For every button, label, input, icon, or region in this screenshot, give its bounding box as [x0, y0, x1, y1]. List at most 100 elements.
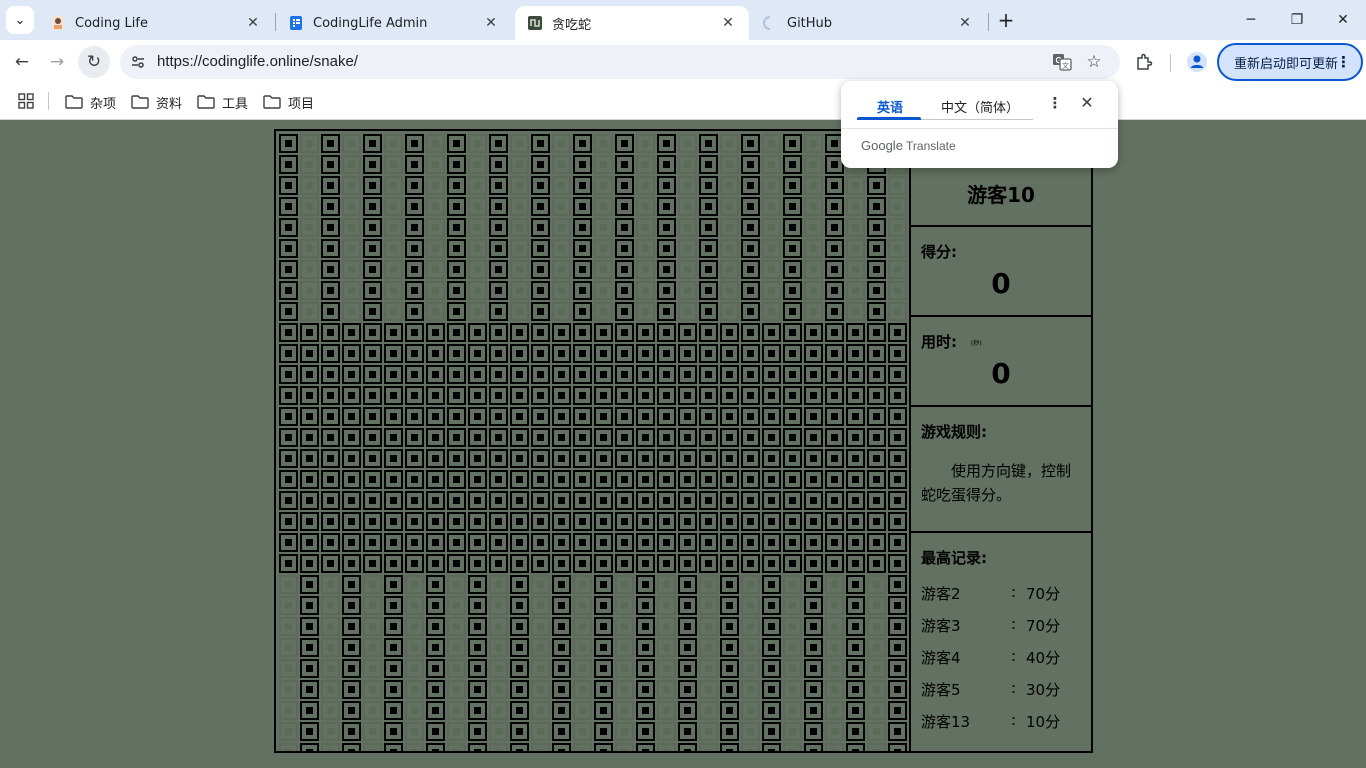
bookmark-folder-projects[interactable]: 项目 — [263, 91, 314, 113]
bookmark-folder-resources[interactable]: 资料 — [131, 91, 182, 113]
grid-cell — [573, 407, 592, 426]
grid-cell — [363, 155, 382, 174]
bookmark-star-button[interactable]: ☆ — [1081, 49, 1107, 75]
update-relaunch-button[interactable]: 重新启动即可更新 ⋮ — [1217, 43, 1363, 81]
bookmark-folder-misc[interactable]: 杂项 — [65, 91, 116, 113]
grid-cell — [489, 596, 508, 615]
reload-button[interactable]: ↻ — [78, 46, 110, 78]
tab-codinglife-admin[interactable]: CodingLife Admin ✕ — [276, 6, 512, 40]
apps-grid-icon[interactable] — [18, 93, 34, 109]
close-icon[interactable]: ✕ — [719, 14, 737, 32]
tab-divider — [988, 13, 989, 31]
grid-cell — [447, 365, 466, 384]
grid-cell — [321, 449, 340, 468]
grid-cell — [762, 155, 781, 174]
more-vert-icon[interactable]: ⋮ — [1047, 94, 1063, 114]
grid-cell — [510, 260, 529, 279]
grid-cell — [405, 491, 424, 510]
new-tab-button[interactable]: + — [994, 8, 1018, 32]
grid-cell — [573, 302, 592, 321]
grid-cell — [321, 239, 340, 258]
grid-cell — [279, 281, 298, 300]
grid-cell — [300, 323, 319, 342]
grid-cell — [615, 323, 634, 342]
grid-cell — [867, 302, 886, 321]
grid-cell — [510, 743, 529, 751]
translate-button[interactable]: G文 — [1050, 50, 1074, 74]
bookmark-folder-tools[interactable]: 工具 — [197, 91, 248, 113]
grid-cell — [657, 722, 676, 741]
grid-cell — [762, 659, 781, 678]
restore-button[interactable]: ❐ — [1274, 0, 1320, 40]
grid-cell — [636, 491, 655, 510]
grid-cell — [342, 407, 361, 426]
grid-cell — [405, 281, 424, 300]
grid-cell — [636, 428, 655, 447]
grid-cell — [657, 155, 676, 174]
grid-cell — [300, 470, 319, 489]
address-bar[interactable]: https://codinglife.online/snake/ G文 ☆ — [120, 45, 1120, 79]
grid-cell — [405, 386, 424, 405]
popup-divider — [841, 128, 1118, 129]
grid-cell — [363, 302, 382, 321]
grid-cell — [552, 491, 571, 510]
grid-cell — [405, 617, 424, 636]
back-button[interactable]: ← — [6, 46, 38, 78]
grid-cell — [825, 491, 844, 510]
forward-button[interactable]: → — [41, 46, 73, 78]
grid-cell — [573, 512, 592, 531]
grid-cell — [447, 218, 466, 237]
close-icon[interactable]: ✕ — [244, 14, 262, 32]
grid-cell — [867, 743, 886, 751]
grid-cell — [867, 512, 886, 531]
grid-cell — [825, 659, 844, 678]
grid-cell — [447, 701, 466, 720]
close-icon[interactable]: ✕ — [956, 14, 974, 32]
grid-cell — [363, 680, 382, 699]
grid-cell — [468, 449, 487, 468]
grid-cell — [426, 323, 445, 342]
grid-cell — [783, 533, 802, 552]
grid-cell — [321, 575, 340, 594]
grid-cell — [615, 260, 634, 279]
profile-button[interactable] — [1185, 50, 1209, 74]
extensions-button[interactable] — [1132, 50, 1156, 74]
tab-coding-life[interactable]: Coding Life ✕ — [38, 6, 274, 40]
tab-github[interactable]: GitHub ✕ — [750, 6, 986, 40]
grid-cell — [552, 680, 571, 699]
close-window-button[interactable]: ✕ — [1320, 0, 1366, 40]
grid-cell — [720, 743, 739, 751]
grid-cell — [636, 344, 655, 363]
grid-cell — [888, 491, 907, 510]
grid-cell — [531, 680, 550, 699]
grid-cell — [804, 470, 823, 489]
grid-cell — [594, 302, 613, 321]
grid-cell — [531, 722, 550, 741]
tab-search-button[interactable]: ⌄ — [6, 6, 34, 34]
grid-cell — [447, 617, 466, 636]
grid-cell — [531, 470, 550, 489]
grid-cell — [888, 575, 907, 594]
translate-target-tab[interactable]: 中文（简体） — [941, 97, 1019, 116]
site-info-button[interactable] — [126, 50, 150, 74]
grid-cell — [678, 239, 697, 258]
minimize-button[interactable]: ─ — [1228, 0, 1274, 40]
translate-source-tab[interactable]: 英语 — [877, 97, 903, 116]
grid-cell — [384, 491, 403, 510]
close-icon[interactable]: ✕ — [482, 14, 500, 32]
grid-cell — [720, 449, 739, 468]
grid-cell — [447, 449, 466, 468]
snake-game-board[interactable] — [274, 129, 910, 753]
grid-cell — [426, 176, 445, 195]
grid-cell — [594, 155, 613, 174]
tab-snake[interactable]: 贪吃蛇 ✕ — [515, 6, 749, 40]
grid-cell — [489, 386, 508, 405]
close-icon[interactable]: ✕ — [1077, 93, 1097, 113]
grid-cell — [867, 260, 886, 279]
grid-cell — [489, 239, 508, 258]
grid-cell — [405, 638, 424, 657]
grid-cell — [321, 470, 340, 489]
grid-cell — [321, 323, 340, 342]
url-text[interactable]: https://codinglife.online/snake/ — [157, 53, 358, 70]
grid-cell — [468, 218, 487, 237]
